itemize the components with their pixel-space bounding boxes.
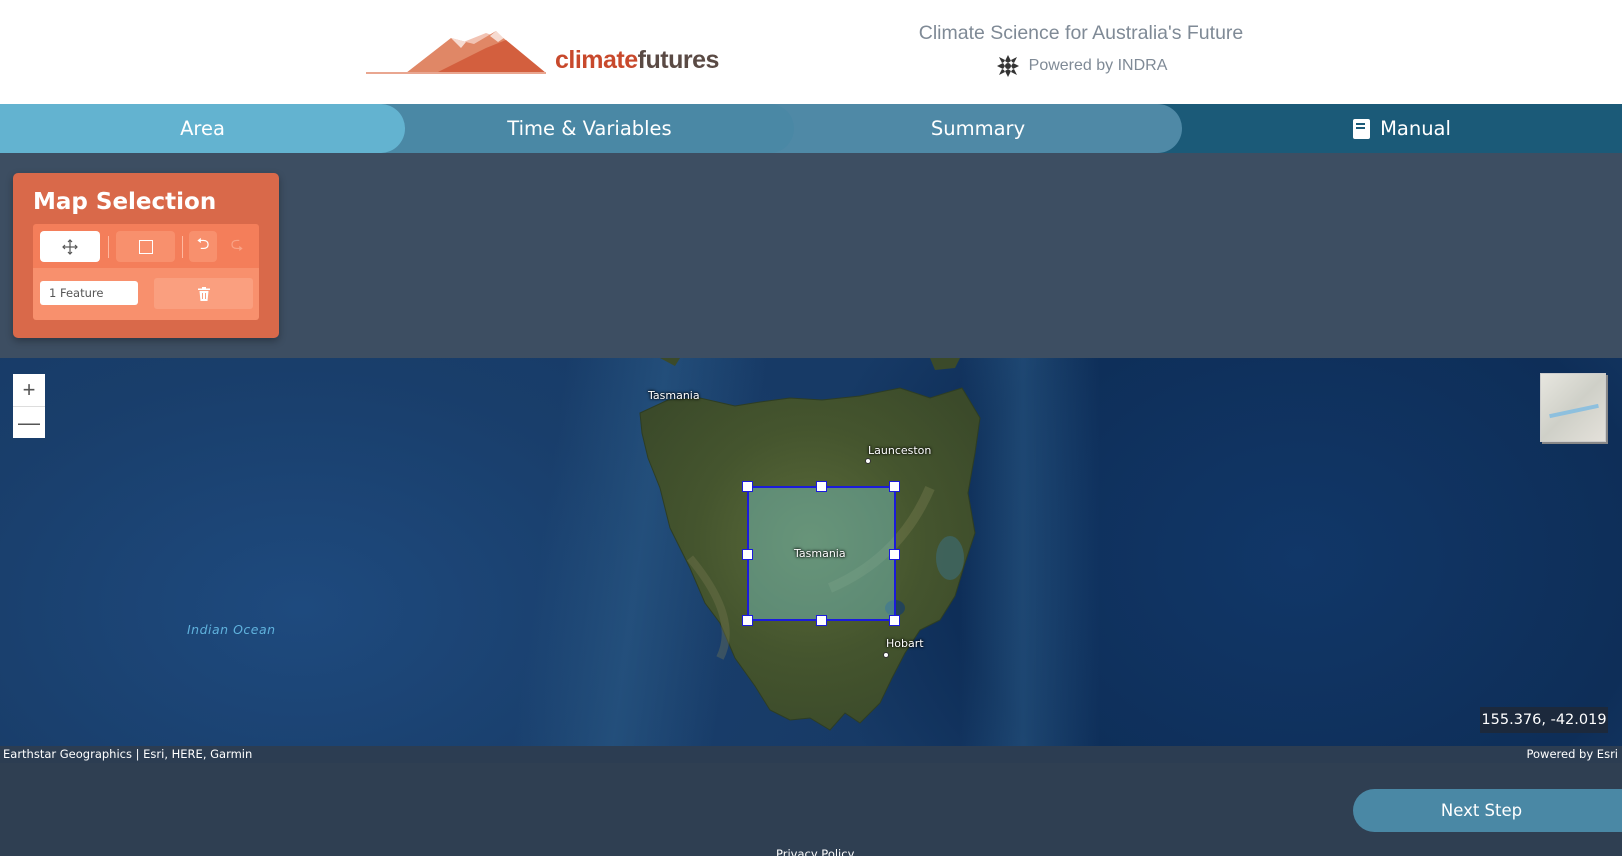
- map-view[interactable]: Tasmania Launceston Hobart Indian Ocean …: [0, 358, 1622, 746]
- rectangle-icon: [138, 239, 153, 254]
- mountain-logo-icon: [366, 31, 546, 74]
- powered-by-esri-link[interactable]: Powered by Esri: [1527, 747, 1619, 761]
- selected-area-rectangle[interactable]: Tasmania: [742, 481, 900, 626]
- delete-feature-button[interactable]: [154, 278, 253, 309]
- privacy-policy-link[interactable]: Privacy Policy: [776, 847, 854, 856]
- attribution-sources: Earthstar Geographics | Esri, HERE, Garm…: [3, 747, 253, 761]
- tab-area-label: Area: [180, 117, 225, 140]
- tab-manual-label: Manual: [1380, 117, 1451, 140]
- move-icon: [62, 238, 78, 255]
- toolbar-divider: [182, 236, 183, 258]
- indra-logo-icon: [996, 55, 1019, 77]
- resize-handle[interactable]: [889, 549, 900, 560]
- tab-manual[interactable]: Manual: [1182, 104, 1622, 153]
- resize-handle[interactable]: [816, 481, 827, 492]
- city-marker: [883, 652, 889, 658]
- map-label-tasmania-north: Tasmania: [648, 389, 700, 402]
- feature-count-field[interactable]: 1 Feature: [40, 281, 138, 305]
- undo-button[interactable]: ⮌: [189, 231, 217, 262]
- resize-handle[interactable]: [742, 549, 753, 560]
- redo-button[interactable]: ⮎: [223, 231, 251, 262]
- city-marker: [865, 458, 871, 464]
- zoom-out-button[interactable]: —: [13, 406, 45, 438]
- powered-by: Powered by INDRA: [880, 53, 1282, 79]
- map-selection-panel: Map Selection ⮌ ⮎ 1 Feature: [13, 173, 279, 338]
- rectangle-tool-button[interactable]: [116, 231, 175, 262]
- zoom-in-button[interactable]: +: [13, 374, 45, 406]
- footer: Next Step Privacy Policy: [0, 763, 1622, 856]
- feature-row: 1 Feature: [33, 268, 259, 320]
- trash-icon: [197, 286, 210, 301]
- tab-summary-label: Summary: [930, 117, 1026, 140]
- panel-title: Map Selection: [33, 189, 217, 215]
- resize-handle[interactable]: [889, 481, 900, 492]
- undo-icon: ⮌: [196, 236, 210, 253]
- step-navigation: Summary Time & Variables Area Manual: [0, 104, 1622, 153]
- map-label-launceston: Launceston: [868, 444, 932, 457]
- tab-area[interactable]: Area: [0, 104, 405, 153]
- resize-handle[interactable]: [742, 615, 753, 626]
- map-label-indian-ocean: Indian Ocean: [187, 622, 276, 637]
- tagline: Climate Science for Australia's Future P…: [880, 22, 1282, 79]
- header: climatefutures Climate Science for Austr…: [0, 0, 1622, 104]
- move-tool-button[interactable]: [40, 231, 100, 262]
- tab-time-variables-label: Time & Variables: [507, 117, 672, 140]
- powered-by-text: Powered by INDRA: [1028, 57, 1168, 74]
- zoom-control: + —: [13, 374, 45, 438]
- cursor-coordinates: 155.376, -42.019: [1480, 707, 1608, 733]
- tagline-title: Climate Science for Australia's Future: [918, 22, 1244, 44]
- resize-handle[interactable]: [742, 481, 753, 492]
- toolbar-divider: [108, 236, 109, 258]
- resize-handle[interactable]: [889, 615, 900, 626]
- logo-text: climatefutures: [555, 46, 719, 74]
- redo-icon: ⮎: [230, 236, 244, 253]
- map-attribution: Earthstar Geographics | Esri, HERE, Garm…: [0, 746, 1622, 763]
- climatefutures-logo[interactable]: climatefutures: [366, 28, 719, 78]
- map-label-tasmania-center: Tasmania: [794, 547, 846, 560]
- map-label-hobart: Hobart: [886, 637, 924, 650]
- next-step-button[interactable]: Next Step: [1353, 789, 1622, 832]
- drawing-toolbar: ⮌ ⮎: [33, 224, 259, 268]
- resize-handle[interactable]: [816, 615, 827, 626]
- book-icon: [1353, 118, 1371, 139]
- basemap-toggle[interactable]: [1540, 373, 1606, 442]
